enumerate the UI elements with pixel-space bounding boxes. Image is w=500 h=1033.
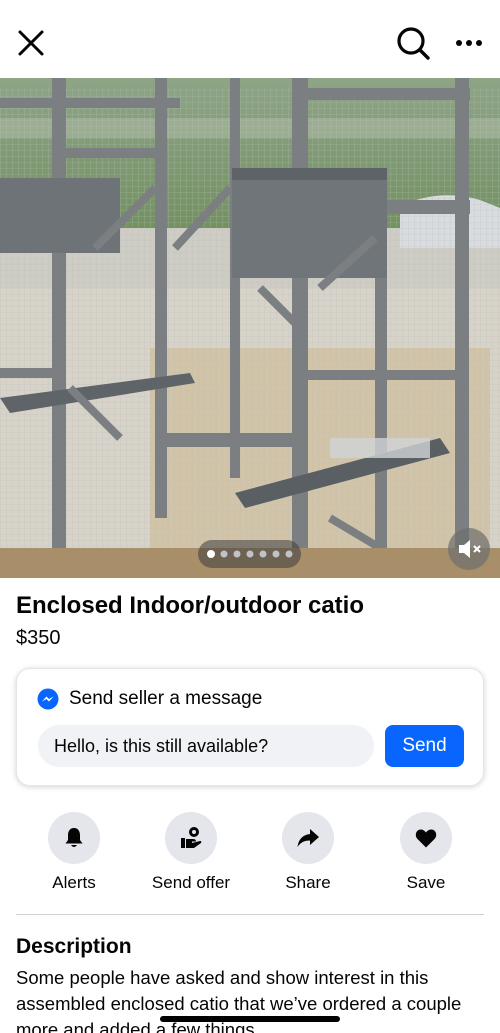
- photo-pagination[interactable]: [198, 540, 301, 568]
- catio-photo-image: [0, 78, 500, 578]
- description-heading: Description: [16, 935, 132, 958]
- bell-icon: [65, 828, 83, 847]
- save-button[interactable]: Save: [371, 812, 481, 893]
- home-indicator[interactable]: [160, 1016, 340, 1022]
- search-icon[interactable]: [394, 24, 432, 62]
- action-row: Alerts Send offer Share Save: [0, 812, 500, 896]
- listing-title: Enclosed Indoor/outdoor catio: [16, 592, 364, 619]
- share-circle[interactable]: [282, 812, 334, 864]
- offer-icon: [181, 827, 202, 848]
- share-label: Share: [285, 873, 331, 892]
- save-circle[interactable]: [400, 812, 452, 864]
- alerts-button[interactable]: Alerts: [19, 812, 129, 893]
- listing-photo[interactable]: [0, 78, 500, 578]
- alerts-label: Alerts: [52, 873, 96, 892]
- message-input[interactable]: [38, 725, 374, 767]
- section-divider: [16, 914, 484, 915]
- alerts-circle[interactable]: [48, 812, 100, 864]
- message-seller-card: Send seller a message Send: [16, 668, 484, 786]
- close-icon[interactable]: [14, 26, 48, 60]
- mute-button[interactable]: [448, 528, 490, 570]
- share-button[interactable]: Share: [253, 812, 363, 893]
- heart-icon: [415, 829, 437, 848]
- description-body: Some people have asked and show interest…: [16, 967, 462, 1033]
- save-label: Save: [406, 873, 446, 892]
- speaker-muted-icon: [459, 540, 481, 558]
- send-offer-label: Send offer: [151, 873, 231, 892]
- top-bar: [0, 0, 500, 78]
- send-offer-button[interactable]: Send offer: [136, 812, 246, 893]
- message-card-title: Send seller a message: [69, 688, 263, 709]
- send-button[interactable]: Send: [385, 725, 464, 767]
- listing-price: $350: [16, 627, 61, 649]
- more-icon[interactable]: [452, 30, 486, 56]
- share-arrow-icon: [297, 829, 319, 847]
- send-offer-circle[interactable]: [165, 812, 217, 864]
- messenger-icon: [37, 688, 59, 710]
